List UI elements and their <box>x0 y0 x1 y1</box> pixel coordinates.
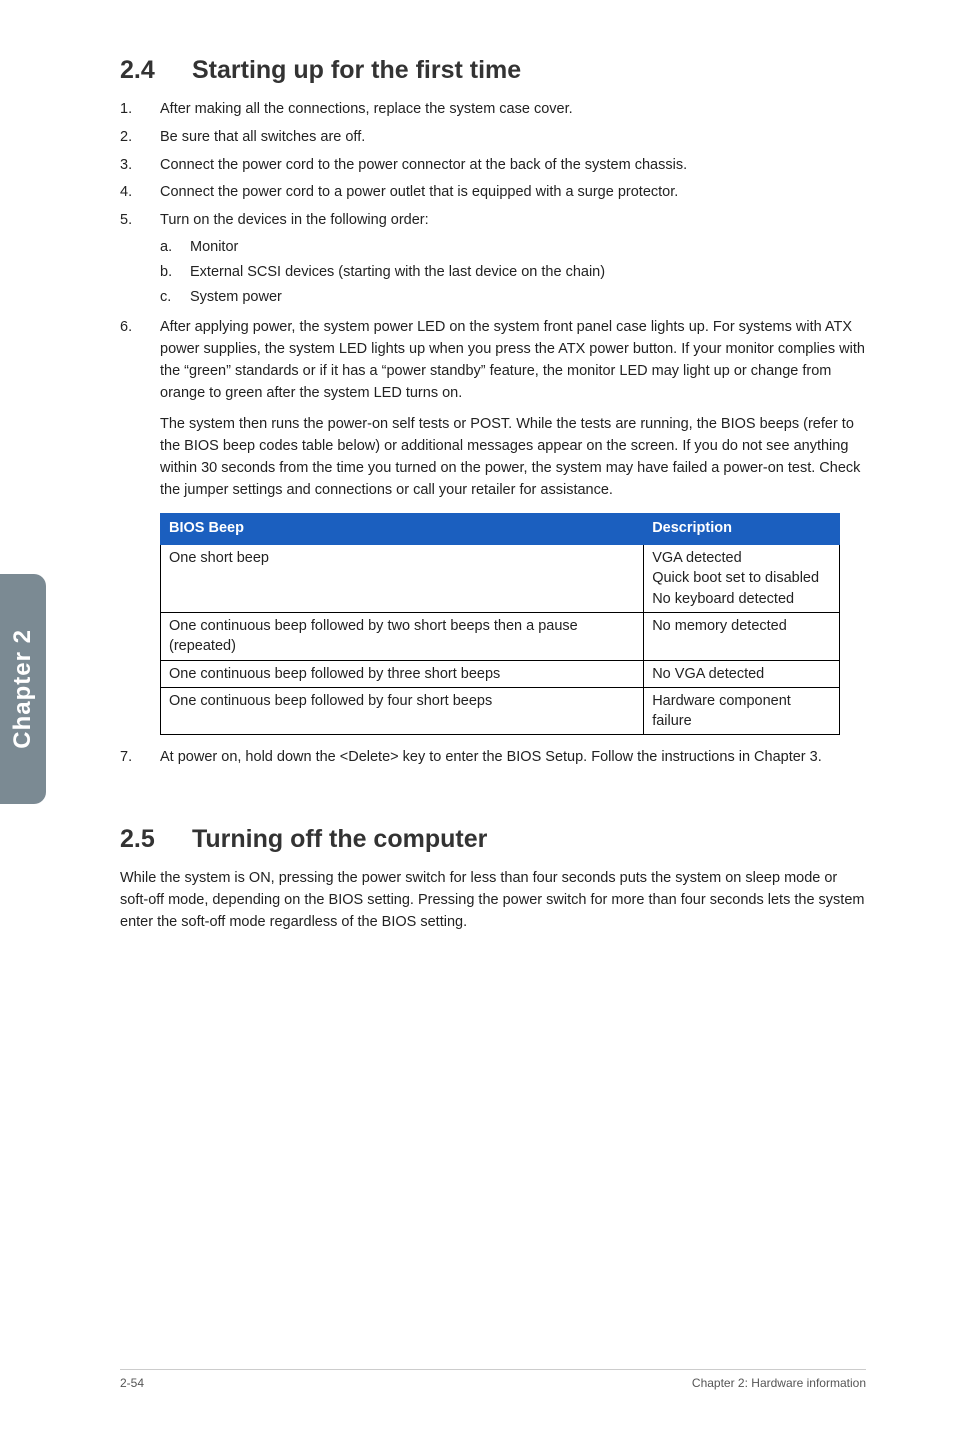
step-text: Be sure that all switches are off. <box>160 127 866 149</box>
list-item: 1. After making all the connections, rep… <box>120 99 866 121</box>
list-item: 6. After applying power, the system powe… <box>120 317 866 735</box>
list-item: 5. Turn on the devices in the following … <box>120 210 866 311</box>
section-2-4-title: Starting up for the first time <box>192 56 521 84</box>
section-2-5-number: 2.5 <box>120 825 192 854</box>
list-item: 3. Connect the power cord to the power c… <box>120 155 866 177</box>
step-text: Connect the power cord to the power conn… <box>160 155 866 177</box>
table-cell: Hardware component failure <box>644 687 840 735</box>
list-item: c. System power <box>160 286 866 309</box>
step-text: At power on, hold down the <Delete> key … <box>160 747 866 769</box>
table-header: BIOS Beep <box>161 514 644 545</box>
substep-marker: b. <box>160 261 190 284</box>
step-text: After making all the connections, replac… <box>160 99 866 121</box>
footer-page-number: 2-54 <box>120 1376 144 1390</box>
page-footer: 2-54 Chapter 2: Hardware information <box>120 1369 866 1390</box>
list-item: a. Monitor <box>160 236 866 259</box>
table-header: Description <box>644 514 840 545</box>
table-cell: One continuous beep followed by three sh… <box>161 660 644 687</box>
substep-marker: c. <box>160 286 190 309</box>
section-2-5-heading: 2.5Turning off the computer <box>120 825 866 854</box>
table-row: One continuous beep followed by two shor… <box>161 612 840 660</box>
list-item: 2. Be sure that all switches are off. <box>120 127 866 149</box>
substep-list: a. Monitor b. External SCSI devices (sta… <box>160 236 866 310</box>
section-2-4-number: 2.4 <box>120 56 192 85</box>
substep-marker: a. <box>160 236 190 259</box>
table-cell: One continuous beep followed by four sho… <box>161 687 644 735</box>
table-row: One continuous beep followed by four sho… <box>161 687 840 735</box>
substep-text: External SCSI devices (starting with the… <box>190 261 866 284</box>
step-marker: 3. <box>120 155 160 177</box>
step-marker: 7. <box>120 747 160 769</box>
table-cell: One short beep <box>161 545 644 613</box>
table-row: One continuous beep followed by three sh… <box>161 660 840 687</box>
step-marker: 5. <box>120 210 160 311</box>
section-2-4-steps: 1. After making all the connections, rep… <box>120 99 866 769</box>
list-item: b. External SCSI devices (starting with … <box>160 261 866 284</box>
step-marker: 4. <box>120 182 160 204</box>
table-cell: VGA detectedQuick boot set to disabledNo… <box>644 545 840 613</box>
section-2-5-body: While the system is ON, pressing the pow… <box>120 868 866 933</box>
substep-text: System power <box>190 286 866 309</box>
footer-chapter-label: Chapter 2: Hardware information <box>692 1376 866 1390</box>
section-2-5-title: Turning off the computer <box>192 825 487 853</box>
step-paragraph-2: The system then runs the power-on self t… <box>160 414 866 501</box>
step-text: Turn on the devices in the following ord… <box>160 210 866 232</box>
table-cell: No VGA detected <box>644 660 840 687</box>
section-2-4-heading: 2.4Starting up for the first time <box>120 56 866 85</box>
substep-text: Monitor <box>190 236 866 259</box>
table-row: One short beep VGA detectedQuick boot se… <box>161 545 840 613</box>
chapter-side-tab: Chapter 2 <box>0 574 46 804</box>
table-cell: No memory detected <box>644 612 840 660</box>
step-marker: 2. <box>120 127 160 149</box>
chapter-tab-label: Chapter 2 <box>9 629 37 749</box>
table-cell: One continuous beep followed by two shor… <box>161 612 644 660</box>
step-marker: 6. <box>120 317 160 735</box>
bios-beep-table: BIOS Beep Description One short beep VGA… <box>160 513 840 735</box>
list-item: 7. At power on, hold down the <Delete> k… <box>120 747 866 769</box>
list-item: 4. Connect the power cord to a power out… <box>120 182 866 204</box>
step-text: Connect the power cord to a power outlet… <box>160 182 866 204</box>
step-marker: 1. <box>120 99 160 121</box>
step-text: After applying power, the system power L… <box>160 317 866 404</box>
